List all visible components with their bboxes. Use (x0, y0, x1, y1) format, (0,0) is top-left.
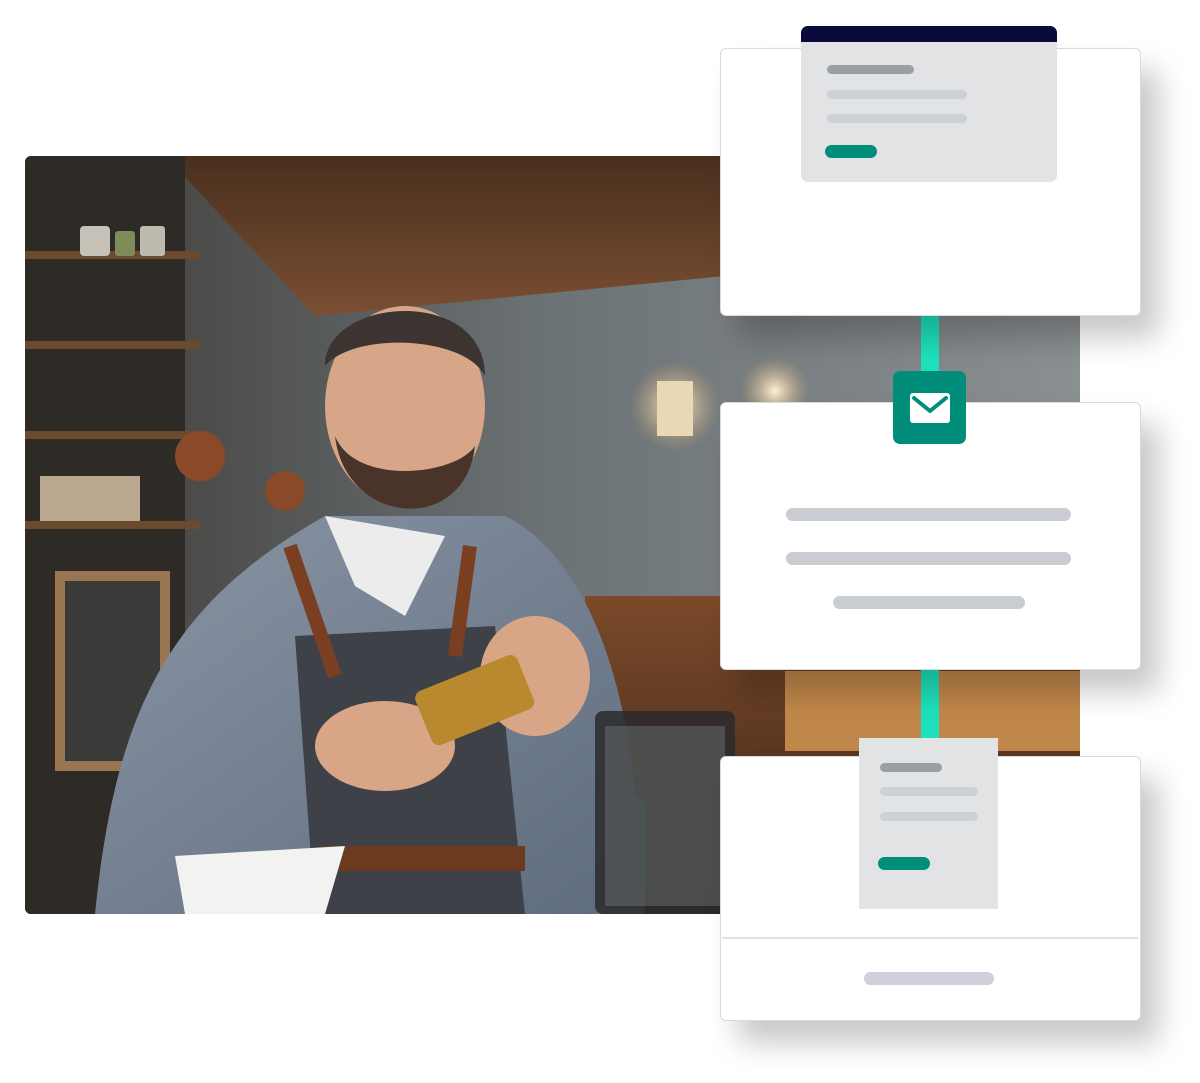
placeholder-heading (827, 65, 914, 74)
flow-connector-top (921, 316, 939, 376)
illustration-stage (0, 0, 1200, 1083)
email-preview-header (801, 26, 1057, 42)
flow-connector-bottom (921, 668, 939, 740)
placeholder-cta-button (825, 145, 877, 158)
envelope-icon-glyph (909, 392, 950, 423)
envelope-icon (893, 371, 966, 444)
email-preview-top (801, 26, 1057, 182)
placeholder-text-line (880, 787, 978, 796)
placeholder-text-line (827, 90, 967, 99)
placeholder-cta-button (878, 857, 930, 870)
placeholder-text-line (827, 114, 967, 123)
placeholder-text-line (786, 508, 1071, 521)
placeholder-text-line (880, 812, 978, 821)
card-divider (722, 937, 1138, 939)
placeholder-text-line (833, 596, 1025, 609)
placeholder-text-line (786, 552, 1071, 565)
placeholder-heading (880, 763, 942, 772)
placeholder-footer-line (864, 972, 994, 985)
